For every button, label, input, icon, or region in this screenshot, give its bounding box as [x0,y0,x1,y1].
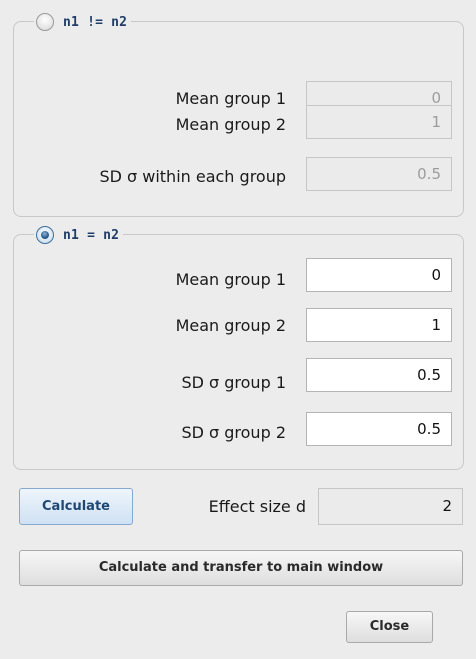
input-g1-sd[interactable]: 0.5 [306,157,452,191]
label-g2-sd2: SD σ group 2 [181,423,286,442]
input-g2-sd1[interactable]: 0.5 [306,358,452,392]
label-g1-sd: SD σ within each group [99,167,286,186]
label-g1-mean1: Mean group 1 [175,89,286,108]
effect-size-dialog: n1 != n2 Mean group 1 0 Mean group 2 1 S… [0,0,476,659]
effect-size-label: Effect size d [208,497,306,516]
label-g2-mean2: Mean group 2 [175,316,286,335]
label-g1-mean2: Mean group 2 [175,115,286,134]
group-equal-n-header[interactable]: n1 = n2 [34,225,124,245]
label-g2-mean1: Mean group 1 [175,270,286,289]
group-unequal-n-header[interactable]: n1 != n2 [34,12,132,32]
close-button[interactable]: Close [346,611,433,643]
calculate-button[interactable]: Calculate [19,488,133,525]
label-g2-sd1: SD σ group 1 [181,373,286,392]
input-g2-mean1[interactable]: 0 [306,258,452,292]
calculate-transfer-button[interactable]: Calculate and transfer to main window [19,550,463,586]
group-equal-n-title: n1 = n2 [63,227,120,243]
input-g2-mean2[interactable]: 1 [306,308,452,342]
input-g2-sd2[interactable]: 0.5 [306,412,452,446]
radio-equal-n[interactable] [36,226,54,244]
input-g1-mean2[interactable]: 1 [306,105,452,139]
effect-size-output: 2 [318,488,463,525]
radio-unequal-n[interactable] [36,13,54,31]
group-unequal-n-title: n1 != n2 [63,14,128,30]
